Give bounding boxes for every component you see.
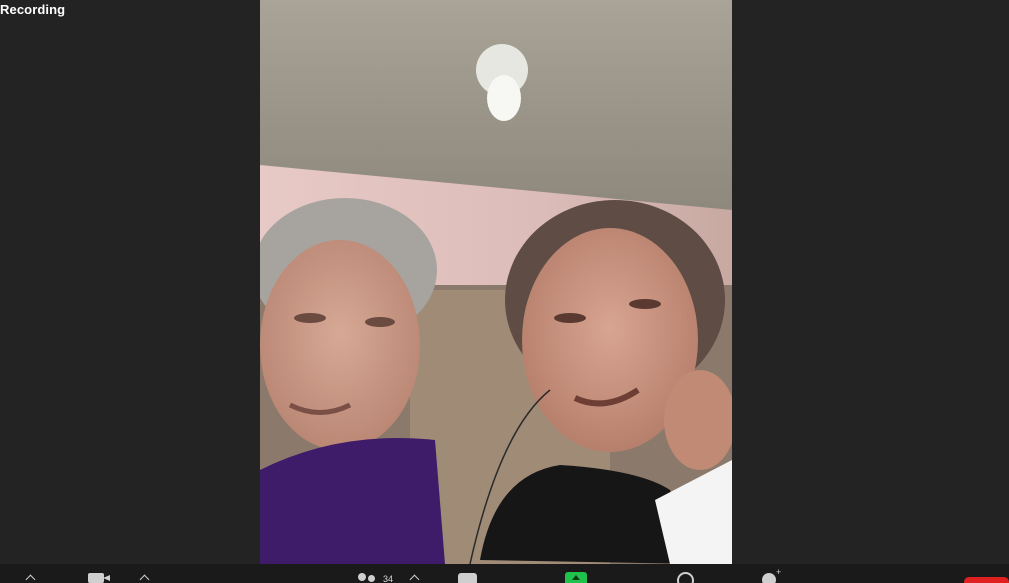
- video-camera-icon[interactable]: [88, 573, 104, 583]
- meeting-window: Recording 34 +: [0, 0, 1009, 583]
- recording-indicator: Recording: [0, 2, 66, 17]
- reactions-plus-icon: +: [776, 567, 782, 577]
- meeting-toolbar: 34 +: [0, 564, 1009, 583]
- participants-caret-icon[interactable]: [409, 574, 420, 583]
- participants-icon[interactable]: [358, 573, 366, 581]
- participant-count: 34: [383, 574, 394, 583]
- share-arrow-icon: [572, 575, 580, 580]
- participant-video[interactable]: [260, 0, 732, 564]
- reactions-icon[interactable]: [762, 573, 776, 583]
- video-options-caret-icon[interactable]: [139, 574, 150, 583]
- video-frame: [260, 0, 732, 564]
- chat-icon[interactable]: [458, 573, 477, 583]
- mute-options-caret-icon[interactable]: [25, 574, 36, 583]
- record-icon[interactable]: [677, 572, 694, 583]
- end-button[interactable]: [964, 577, 1009, 583]
- participants-icon-secondary: [368, 575, 375, 582]
- video-camera-lens-icon: [103, 575, 110, 581]
